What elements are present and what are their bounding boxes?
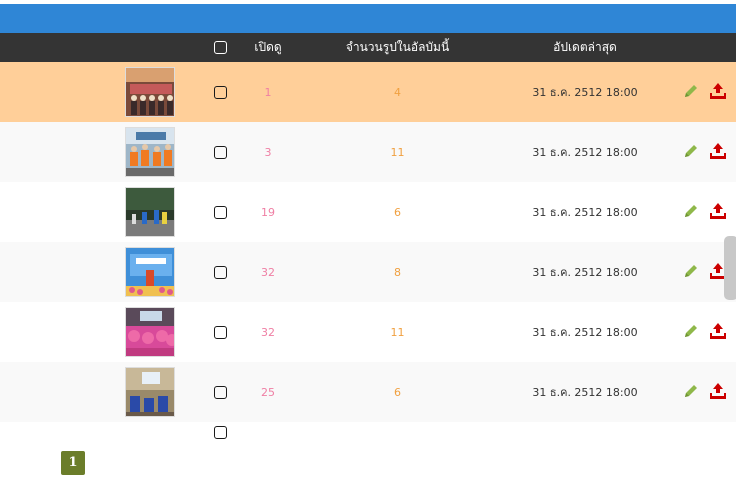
upload-button[interactable] — [706, 362, 730, 422]
upload-button[interactable] — [706, 122, 730, 182]
table-row: 19 6 31 ธ.ค. 2512 18:00 — [0, 182, 736, 242]
views-count: 3 — [264, 145, 272, 159]
edit-button[interactable] — [680, 242, 702, 302]
views-count: 19 — [261, 205, 275, 219]
thumbnail-cell — [124, 362, 176, 422]
photo-count: 4 — [394, 85, 401, 99]
checkbox-cell — [205, 302, 235, 362]
thumbnail-cell — [124, 242, 176, 302]
table-row: 25 6 31 ธ.ค. 2512 18:00 — [0, 362, 736, 422]
empty-row — [0, 422, 736, 442]
album-thumbnail[interactable] — [125, 187, 175, 237]
upload-button[interactable] — [706, 182, 730, 242]
pencil-icon — [683, 383, 699, 402]
updated-date: 31 ธ.ค. 2512 18:00 — [532, 86, 638, 99]
edit-button[interactable] — [680, 122, 702, 182]
table-header: เปิดดู จำนวนรูปในอัลบัมนี้ อัปเดตล่าสุด — [0, 33, 736, 62]
pencil-icon — [683, 203, 699, 222]
photo-count: 11 — [390, 325, 405, 339]
checkbox-cell — [205, 362, 235, 422]
select-all-cell — [205, 33, 235, 62]
updated-date: 31 ธ.ค. 2512 18:00 — [532, 266, 638, 279]
photo-count: 6 — [394, 385, 401, 399]
table-row: 32 8 31 ธ.ค. 2512 18:00 — [0, 242, 736, 302]
updated-date: 31 ธ.ค. 2512 18:00 — [532, 146, 638, 159]
updated-date: 31 ธ.ค. 2512 18:00 — [532, 386, 638, 399]
table-row: 3 11 31 ธ.ค. 2512 18:00 — [0, 122, 736, 182]
upload-icon — [709, 322, 727, 343]
thumbnail-cell — [124, 122, 176, 182]
checkbox-cell — [205, 182, 235, 242]
upload-icon — [709, 142, 727, 163]
pencil-icon — [683, 143, 699, 162]
checkbox-cell — [205, 62, 235, 122]
row-checkbox[interactable] — [213, 145, 227, 159]
thumbnail-cell — [124, 182, 176, 242]
views-count: 1 — [264, 85, 272, 99]
views-count: 32 — [261, 325, 275, 339]
table-row: 1 4 31 ธ.ค. 2512 18:00 — [0, 62, 736, 122]
scrollbar-thumb[interactable] — [724, 236, 736, 300]
row-checkbox[interactable] — [213, 205, 227, 219]
thumbnail-cell — [124, 62, 176, 122]
checkbox-cell — [205, 242, 235, 302]
views-count: 25 — [261, 385, 275, 399]
upload-icon — [709, 82, 727, 103]
select-all-checkbox[interactable] — [213, 41, 227, 54]
photo-count: 8 — [394, 265, 401, 279]
checkbox-cell — [205, 122, 235, 182]
edit-button[interactable] — [680, 302, 702, 362]
updated-column-header[interactable]: อัปเดตล่าสุด — [500, 33, 670, 62]
empty-row-checkbox-cell — [205, 422, 235, 442]
album-thumbnail[interactable] — [125, 67, 175, 117]
album-thumbnail[interactable] — [125, 127, 175, 177]
thumbnail-cell — [124, 302, 176, 362]
upload-button[interactable] — [706, 302, 730, 362]
row-checkbox[interactable] — [213, 385, 227, 399]
photo-count-column-header[interactable]: จำนวนรูปในอัลบัมนี้ — [310, 33, 485, 62]
row-checkbox[interactable] — [213, 425, 227, 439]
table-row: 32 11 31 ธ.ค. 2512 18:00 — [0, 302, 736, 362]
upload-icon — [709, 382, 727, 403]
row-checkbox[interactable] — [213, 85, 227, 99]
views-count: 32 — [261, 265, 275, 279]
upload-button[interactable] — [706, 62, 730, 122]
top-bar — [0, 4, 736, 33]
album-thumbnail[interactable] — [125, 307, 175, 357]
photo-count: 6 — [394, 205, 401, 219]
row-checkbox[interactable] — [213, 265, 227, 279]
album-thumbnail[interactable] — [125, 247, 175, 297]
photo-count: 11 — [390, 145, 405, 159]
album-thumbnail[interactable] — [125, 367, 175, 417]
page-1-button[interactable]: 1 — [61, 451, 85, 475]
pencil-icon — [683, 83, 699, 102]
row-checkbox[interactable] — [213, 325, 227, 339]
upload-icon — [709, 202, 727, 223]
views-column-header[interactable]: เปิดดู — [238, 33, 298, 62]
updated-date: 31 ธ.ค. 2512 18:00 — [532, 206, 638, 219]
edit-button[interactable] — [680, 62, 702, 122]
updated-date: 31 ธ.ค. 2512 18:00 — [532, 326, 638, 339]
edit-button[interactable] — [680, 182, 702, 242]
pencil-icon — [683, 323, 699, 342]
pencil-icon — [683, 263, 699, 282]
edit-button[interactable] — [680, 362, 702, 422]
